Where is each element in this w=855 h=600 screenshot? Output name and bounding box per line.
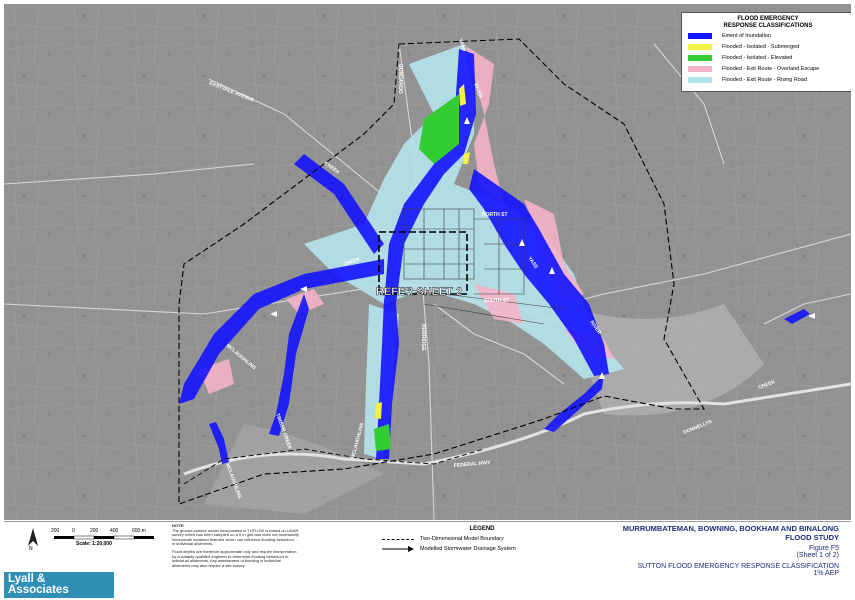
legend-item-label: Flooded - Exit Route - Overland Escape [722,65,820,72]
legend-item-label: Extent of Inundation [722,32,771,39]
arrow-line-icon [382,546,414,552]
note-line: allotments may also require a site surve… [172,562,246,568]
legend-item-label: Modelled Stormwater Drainage System [420,546,516,552]
scale-label: 600 m [132,528,146,534]
map-legend-title: LEGEND [469,526,495,532]
legend-item: Flooded - Exit Route - Overland Escape [688,63,851,74]
logo-text: Lyall & Associates [8,573,69,596]
map-figure: REFER SHEET 2 EASTVALE AVENUE YASS RIVER [0,0,855,600]
scale-text: Scale: 1:20,000 [76,541,112,547]
legend-item: Flooded - Isolated - Elevated [688,52,851,63]
map-legend: LEGEND Two-Dimensional Model Boundary Mo… [382,526,582,552]
legend-item: Flooded - Isolated - Submerged [688,41,851,52]
legend-item: Flooded - Exit Route - Rising Road [688,74,851,85]
legend-item-label: Two-Dimensional Model Boundary [420,536,504,542]
submerged-swatch [688,43,712,50]
legend-item: Extent of Inundation [688,30,851,41]
overland-swatch [688,65,712,72]
figure-title: SUTTON FLOOD EMERGENCY RESPONSE CLASSIFI… [637,563,839,570]
study-title-line1: MURRUMBATEMAN, BOWNING, BOOKHAM AND BINA… [622,524,839,533]
road-label: BURRIDGE [420,324,426,351]
elevated-swatch [688,54,712,61]
title-block-footer: N 200 0 200 400 600 m Scale: 1:20,000 NO… [4,521,851,598]
svg-text:N: N [29,546,33,550]
flood-legend: FLOOD EMERGENCY RESPONSE CLASSIFICATIONS… [681,12,851,92]
inundation-swatch [688,32,712,39]
legend-item-label: Flooded - Exit Route - Rising Road [722,76,807,83]
scale-label: 200 [90,528,99,534]
legend-item: Modelled Stormwater Drainage System [382,546,582,552]
road-label: NORTH ST [482,212,508,218]
flood-legend-title: FLOOD EMERGENCY RESPONSE CLASSIFICATIONS [723,16,813,29]
road-label: GUNDAROO [397,64,403,94]
dashed-line-icon [382,538,414,540]
disclaimer-note: NOTE: The ground surface model incorpora… [172,523,362,568]
study-title-line2: FLOOD STUDY [785,533,839,542]
scale-label: 0 [72,528,75,534]
scale-label: 200 [51,528,60,534]
sheet-number: (Sheet 1 of 2) [796,552,839,559]
map-canvas[interactable]: REFER SHEET 2 EASTVALE AVENUE YASS RIVER [4,4,851,520]
aep-label: 1% AEP [813,570,839,577]
figure-title-block: MURRUMBATEMAN, BOWNING, BOOKHAM AND BINA… [599,524,839,577]
road-label: SOUTH ST [484,298,509,304]
figure-number: Figure F5 [809,545,839,552]
legend-item: Two-Dimensional Model Boundary [382,536,582,542]
scale-label: 400 [110,528,119,534]
legend-item-label: Flooded - Isolated - Submerged [722,43,800,50]
rising-road-swatch [688,76,712,83]
legend-item-label: Flooded - Isolated - Elevated [722,54,793,61]
north-arrow-icon: N [26,526,40,555]
company-logo: Lyall & Associates [4,572,114,598]
refer-sheet-label: REFER SHEET 2 [376,286,462,298]
